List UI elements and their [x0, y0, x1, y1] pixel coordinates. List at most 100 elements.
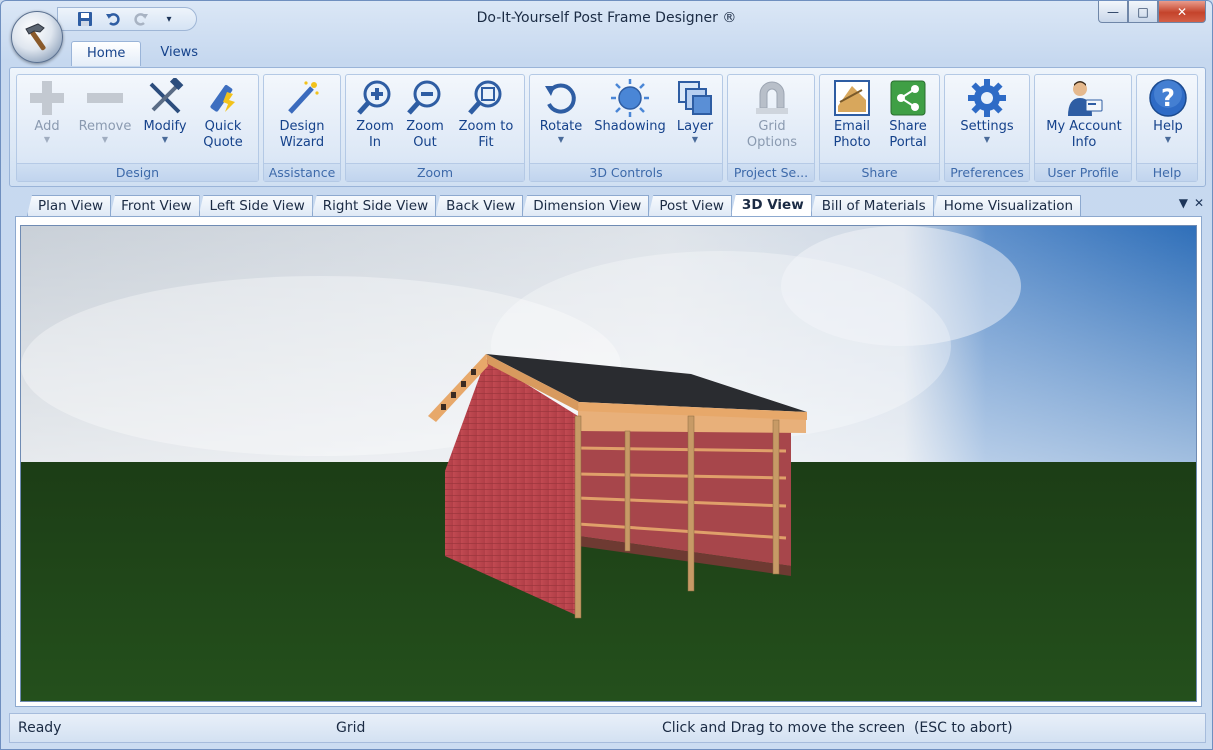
minimize-button[interactable]: —	[1098, 1, 1128, 23]
modify-label: Modify	[143, 119, 187, 134]
tab-right-side-view[interactable]: Right Side View	[311, 195, 437, 216]
tab-front-view[interactable]: Front View	[110, 195, 200, 216]
zoom-in-button[interactable]: Zoom In	[352, 77, 398, 161]
tab-home-visualization[interactable]: Home Visualization	[932, 195, 1082, 216]
quick-quote-button[interactable]: Quick Quote	[197, 77, 249, 161]
design-wizard-label-1: Design	[279, 119, 325, 134]
group-share: Email Photo Share Portal Share	[819, 74, 940, 182]
customize-toolbar-chevron-icon[interactable]: ▾	[160, 10, 178, 28]
zoom-out-label-2: Out	[413, 135, 437, 150]
email-photo-label-2: Photo	[833, 135, 871, 150]
tab-plan-view[interactable]: Plan View	[27, 195, 112, 216]
tab-post-view[interactable]: Post View	[648, 195, 732, 216]
redo-icon[interactable]	[132, 10, 150, 28]
group-design: Add ▼ Remove ▼ Modify ▼ Quick Quote Desi…	[16, 74, 259, 182]
zoom-to-fit-button[interactable]: Zoom to Fit	[454, 77, 518, 161]
undo-icon[interactable]	[104, 10, 122, 28]
save-icon[interactable]	[76, 10, 94, 28]
group-label-user-profile: User Profile	[1035, 163, 1131, 181]
svg-text:?: ?	[1161, 84, 1175, 112]
hammer-icon	[25, 23, 46, 51]
my-account-label-1: My Account	[1046, 119, 1122, 134]
zoom-out-icon	[404, 77, 446, 119]
zoom-fit-icon	[465, 77, 507, 119]
app-window: Do-It-Yourself Post Frame Designer ® — □…	[0, 0, 1213, 750]
chevron-down-icon: ▼	[43, 135, 51, 144]
quote-pen-icon	[202, 77, 244, 119]
group-preferences: Settings ▼ Preferences	[944, 74, 1030, 182]
tab-list-dropdown-icon[interactable]: ▼	[1179, 196, 1188, 210]
ribbon: Add ▼ Remove ▼ Modify ▼ Quick Quote Desi…	[9, 67, 1206, 187]
share-portal-label-2: Portal	[889, 135, 927, 150]
remove-button[interactable]: Remove ▼	[77, 77, 133, 161]
quick-quote-label-2: Quote	[203, 135, 243, 150]
add-button[interactable]: Add ▼	[23, 77, 71, 161]
group-label-help: Help	[1137, 163, 1197, 181]
shadowing-button[interactable]: Shadowing	[592, 77, 668, 161]
share-portal-button[interactable]: Share Portal	[882, 77, 934, 161]
tab-home[interactable]: Home	[71, 41, 142, 66]
email-photo-icon	[831, 77, 873, 119]
settings-button[interactable]: Settings ▼	[955, 77, 1019, 161]
tab-bill-of-materials[interactable]: Bill of Materials	[810, 195, 934, 216]
group-help: ? Help ▼ Help	[1136, 74, 1198, 182]
email-photo-label-1: Email	[833, 119, 871, 134]
grid-options-label-2: Options	[746, 135, 798, 150]
rotate-label: Rotate	[539, 119, 583, 134]
viewport-frame	[15, 216, 1202, 707]
layer-button[interactable]: Layer ▼	[672, 77, 718, 161]
add-icon	[26, 77, 68, 119]
3d-scene	[21, 226, 1196, 701]
share-portal-label-1: Share	[889, 119, 927, 134]
my-account-info-button[interactable]: My Account Info	[1039, 77, 1129, 161]
group-label-design: Design	[17, 163, 258, 181]
tab-dimension-view[interactable]: Dimension View	[522, 195, 650, 216]
chevron-down-icon: ▼	[983, 135, 991, 144]
rotate-button[interactable]: Rotate ▼	[536, 77, 586, 161]
help-icon: ?	[1147, 77, 1189, 119]
view-tabs: Plan View Front View Left Side View Righ…	[27, 194, 1082, 216]
zoom-in-icon	[354, 77, 396, 119]
gear-icon	[966, 77, 1008, 119]
tab-3d-view[interactable]: 3D View	[730, 194, 812, 216]
quick-quote-label-1: Quick	[204, 119, 242, 134]
my-account-label-2: Info	[1071, 135, 1097, 150]
group-zoom: Zoom In Zoom Out Zoom to Fit Zoom	[345, 74, 525, 182]
layer-label: Layer	[676, 119, 714, 134]
view-tab-controls: ▼ ✕	[1179, 196, 1204, 210]
rotate-icon	[540, 77, 582, 119]
group-label-preferences: Preferences	[945, 163, 1029, 181]
group-label-project-settings: Project Se...	[728, 163, 814, 181]
3d-viewport[interactable]	[20, 225, 1197, 702]
status-ready: Ready	[18, 720, 62, 736]
application-menu-button[interactable]	[11, 11, 63, 63]
design-wizard-button[interactable]: Design Wizard	[272, 77, 332, 161]
grid-options-button[interactable]: Grid Options	[742, 77, 802, 161]
close-button[interactable]: ✕	[1158, 1, 1206, 23]
zoom-in-label-1: Zoom	[356, 119, 394, 134]
zoom-to-fit-label-2: Fit	[478, 135, 494, 150]
tab-back-view[interactable]: Back View	[435, 195, 524, 216]
status-hint: Click and Drag to move the screen (ESC t…	[662, 720, 1013, 736]
settings-label: Settings	[960, 119, 1014, 134]
shadowing-label: Shadowing	[594, 119, 666, 134]
group-assistance: Design Wizard Assistance	[263, 74, 341, 182]
grid-options-label-1: Grid	[758, 119, 786, 134]
help-button[interactable]: ? Help ▼	[1145, 77, 1191, 161]
modify-button[interactable]: Modify ▼	[141, 77, 189, 161]
status-bar: Ready Grid Click and Drag to move the sc…	[9, 713, 1206, 743]
magic-wand-icon	[281, 77, 323, 119]
zoom-out-button[interactable]: Zoom Out	[402, 77, 448, 161]
tab-views[interactable]: Views	[145, 41, 213, 66]
close-tab-icon[interactable]: ✕	[1194, 196, 1204, 210]
help-label: Help	[1153, 119, 1183, 134]
remove-icon	[84, 77, 126, 119]
email-photo-button[interactable]: Email Photo	[826, 77, 878, 161]
window-controls: — □ ✕	[1098, 1, 1206, 23]
quick-access-toolbar: ▾	[57, 7, 197, 31]
tab-left-side-view[interactable]: Left Side View	[198, 195, 313, 216]
maximize-button[interactable]: □	[1128, 1, 1158, 23]
group-label-share: Share	[820, 163, 939, 181]
group-project-settings: Grid Options Project Se...	[727, 74, 815, 182]
tools-icon	[144, 77, 186, 119]
